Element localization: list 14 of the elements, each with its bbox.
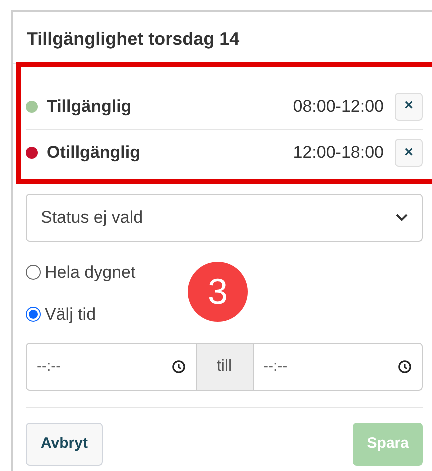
cancel-button[interactable]: Avbryt — [26, 423, 103, 466]
radio-label: Välj tid — [45, 304, 96, 326]
radio-button[interactable] — [26, 306, 41, 322]
panel-title: Tillgänglighet torsdag 14 — [27, 28, 241, 51]
status-label: Tillgänglig — [47, 96, 132, 118]
remove-button[interactable]: × — [395, 139, 423, 167]
chevron-down-icon — [396, 214, 408, 222]
time-range: 08:00-12:00 — [293, 96, 384, 118]
remove-button[interactable]: × — [395, 92, 423, 120]
status-label: Otillgänglig — [47, 142, 140, 164]
radio-button[interactable] — [26, 265, 41, 280]
time-range: 12:00-18:00 — [293, 142, 384, 164]
radio-label: Hela dygnet — [45, 262, 136, 284]
status-select[interactable]: Status ej vald — [26, 194, 423, 242]
